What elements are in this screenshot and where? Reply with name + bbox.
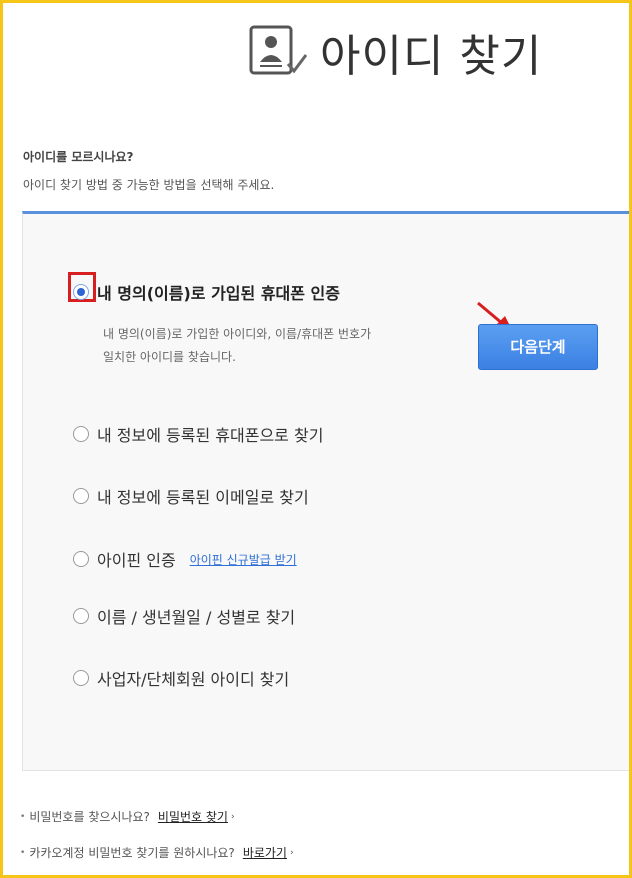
option-label: 내 정보에 등록된 이메일로 찾기: [97, 488, 309, 507]
option-label: 아이핀 인증: [97, 551, 176, 570]
find-password-link[interactable]: 비밀번호 찾기: [158, 808, 228, 825]
option-name-birth-gender[interactable]: 이름 / 생년월일 / 성별로 찾기: [73, 604, 295, 628]
footer-text: 비밀번호를 찾으시나요?: [29, 810, 150, 824]
chevron-right-icon: ›: [230, 811, 235, 822]
ipin-issue-link[interactable]: 아이핀 신규발급 받기: [190, 551, 297, 568]
footer-kakao-password: • 카카오계정 비밀번호 찾기를 원하시나요? 바로가기 ›: [20, 844, 294, 861]
footer-find-password: • 비밀번호를 찾으시나요? 비밀번호 찾기 ›: [20, 808, 235, 825]
radio-button[interactable]: [73, 488, 89, 504]
radio-button[interactable]: [73, 426, 89, 442]
option-description: 내 명의(이름)로 가입한 아이디와, 이름/휴대폰 번호가 일치한 아이디를 …: [103, 323, 473, 369]
radio-button[interactable]: [73, 551, 89, 567]
chevron-right-icon: ›: [289, 847, 294, 858]
option-label: 내 명의(이름)로 가입된 휴대폰 인증: [97, 284, 340, 303]
bullet-icon: •: [20, 847, 26, 858]
description-line: 내 명의(이름)로 가입한 아이디와, 이름/휴대폰 번호가: [103, 327, 372, 341]
option-registered-email[interactable]: 내 정보에 등록된 이메일로 찾기: [73, 484, 309, 508]
intro-question: 아이디를 모르시나요?: [23, 150, 134, 164]
option-label: 사업자/단체회원 아이디 찾기: [97, 670, 290, 689]
page-header: 아이디 찾기: [248, 24, 542, 82]
description-line: 일치한 아이디를 찾습니다.: [103, 350, 236, 364]
page-title: 아이디 찾기: [320, 31, 543, 82]
radio-button[interactable]: [73, 284, 89, 300]
radio-button[interactable]: [73, 670, 89, 686]
kakao-shortcut-link[interactable]: 바로가기: [243, 844, 287, 861]
find-method-panel: 내 명의(이름)로 가입된 휴대폰 인증 내 명의(이름)로 가입한 아이디와,…: [22, 211, 632, 771]
option-ipin[interactable]: 아이핀 인증 아이핀 신규발급 받기: [73, 547, 297, 571]
footer-text: 카카오계정 비밀번호 찾기를 원하시나요?: [29, 846, 235, 860]
option-label: 이름 / 생년월일 / 성별로 찾기: [97, 608, 296, 627]
option-mobile-own-name[interactable]: 내 명의(이름)로 가입된 휴대폰 인증: [73, 280, 340, 304]
id-card-check-icon: [249, 25, 308, 75]
radio-button[interactable]: [73, 608, 89, 624]
option-label: 내 정보에 등록된 휴대폰으로 찾기: [97, 426, 324, 445]
next-step-button[interactable]: 다음단계: [478, 324, 598, 370]
intro-description: 아이디 찾기 방법 중 가능한 방법을 선택해 주세요.: [23, 178, 275, 192]
option-registered-phone[interactable]: 내 정보에 등록된 휴대폰으로 찾기: [73, 422, 323, 446]
option-business-member[interactable]: 사업자/단체회원 아이디 찾기: [73, 666, 289, 690]
bullet-icon: •: [20, 811, 26, 822]
